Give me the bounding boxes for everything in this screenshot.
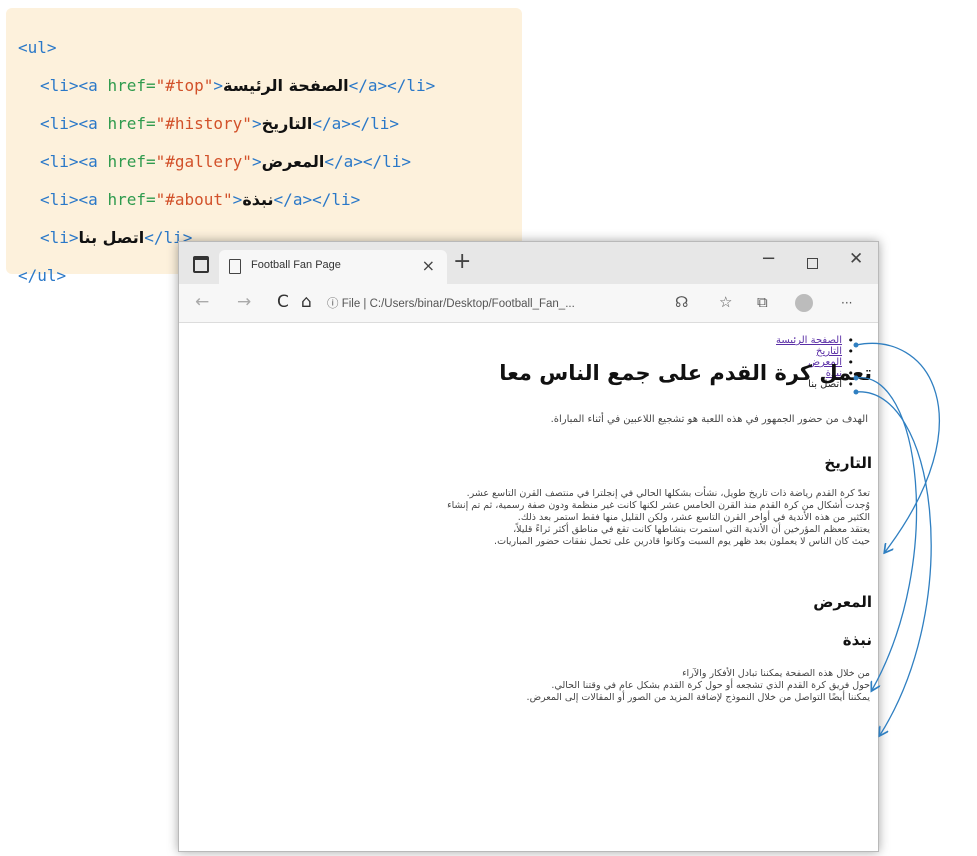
history-line: الكثير من هذه الأندية في أواخر القرن الت… [517, 512, 870, 523]
code-token: > [213, 76, 224, 95]
tab-title: Football Fan Page [251, 259, 341, 271]
nav-item: التاريخ [642, 346, 854, 357]
code-token: > [251, 152, 262, 171]
code-snippet: <ul> <li><a href="#top">الصفحة الرئيسة</… [6, 8, 522, 285]
new-tab-button[interactable]: + [453, 249, 471, 274]
tab-football-fan-page[interactable]: Football Fan Page × [219, 250, 447, 284]
code-line-open-ul: <ul> [6, 31, 522, 69]
window-menu-icon[interactable] [193, 256, 209, 273]
nav-link-home[interactable]: الصفحة الرئيسة [776, 335, 842, 346]
close-window-button[interactable]: ✕ [849, 249, 863, 269]
about-heading: نبذة [842, 631, 872, 649]
code-token: </a></li> [324, 152, 412, 171]
code-line: <li><a href="#about">نبذة</a></li> [6, 183, 522, 221]
history-heading: التاريخ [824, 454, 872, 472]
forward-button[interactable]: → [237, 292, 251, 312]
code-value: "#history" [155, 114, 252, 133]
browser-window: Football Fan Page × + − ✕ ← → C ⌂ ⓘ File… [178, 241, 879, 852]
code-token: </a></li> [348, 76, 436, 95]
tab-close-icon[interactable]: × [422, 256, 435, 275]
back-button[interactable]: ← [195, 292, 209, 312]
history-line: يعتقد معظم المؤرخين أن الأندية التي استم… [513, 524, 870, 535]
settings-menu-button[interactable]: ··· [841, 296, 852, 310]
page-title: تعمل كرة القدم على جمع الناس معا [499, 361, 872, 385]
favorites-icon[interactable]: ☆ [719, 293, 732, 311]
code-value: "#top" [155, 76, 214, 95]
collections-icon[interactable]: ⧉ [757, 293, 768, 311]
maximize-button[interactable] [807, 258, 818, 269]
page-content: الصفحة الرئيسة التاريخ المعرض نبذة اتصل … [179, 323, 878, 851]
url-info: ⓘ File | [327, 298, 370, 310]
about-line: حول فريق كرة القدم الذي تشجعه أو حول كرة… [551, 680, 870, 691]
tab-bar: Football Fan Page × + − ✕ [179, 242, 878, 284]
code-token: > [232, 190, 243, 209]
address-bar: ← → C ⌂ ⓘ File | C:/Users/binar/Desktop/… [179, 284, 878, 323]
code-token: <li> [40, 228, 79, 247]
page-icon [229, 259, 241, 274]
code-text: نبذة [242, 190, 274, 209]
code-token: </a></li> [312, 114, 400, 133]
code-token: <li><a [40, 114, 108, 133]
code-token: > [251, 114, 262, 133]
url-field[interactable]: ⓘ File | C:/Users/binar/Desktop/Football… [327, 295, 575, 311]
code-attr: href= [107, 76, 156, 95]
code-line: <li><a href="#history">التاريخ</a></li> [6, 107, 522, 145]
code-text: اتصل بنا [78, 228, 145, 247]
code-text: المعرض [261, 152, 325, 171]
url-text: C:/Users/binar/Desktop/Football_Fan_... [369, 298, 575, 310]
code-token: </ul> [18, 266, 67, 285]
code-token: </a></li> [273, 190, 361, 209]
history-line: وُجدت أشكال من كرة القدم منذ القرن الخام… [447, 500, 870, 511]
code-attr: href= [107, 190, 156, 209]
history-line: حيث كان الناس لا يعملون بعد ظهر يوم السب… [494, 536, 870, 547]
nav-item: الصفحة الرئيسة [642, 335, 854, 346]
nav-link-history[interactable]: التاريخ [816, 346, 842, 357]
about-line: من خلال هذه الصفحة يمكننا تبادل الأفكار … [682, 668, 870, 679]
code-token: <li><a [40, 190, 108, 209]
intro-text: الهدف من حضور الجمهور في هذه اللعبة هو ت… [550, 414, 868, 425]
about-line: يمكننا أيضًا التواصل من خلال النموذج لإض… [526, 692, 870, 703]
read-aloud-icon[interactable]: ☊ [675, 293, 688, 311]
code-token: <li><a [40, 76, 108, 95]
profile-avatar[interactable] [795, 294, 813, 312]
home-button[interactable]: ⌂ [301, 292, 312, 312]
code-line: <li><a href="#top">الصفحة الرئيسة</a></l… [6, 69, 522, 107]
code-value: "#about" [155, 190, 233, 209]
code-text: التاريخ [261, 114, 313, 133]
code-line: <li><a href="#gallery">المعرض</a></li> [6, 145, 522, 183]
history-text: تعدّ كرة القدم رياضة ذات تاريخ طويل، نشأ… [447, 488, 870, 548]
minimize-button[interactable]: − [761, 248, 776, 269]
code-attr: href= [107, 114, 156, 133]
about-text: من خلال هذه الصفحة يمكننا تبادل الأفكار … [527, 668, 870, 704]
code-attr: href= [107, 152, 156, 171]
code-value: "#gallery" [155, 152, 252, 171]
code-token: <ul> [18, 38, 57, 57]
code-token: <li><a [40, 152, 108, 171]
history-line: تعدّ كرة القدم رياضة ذات تاريخ طويل، نشأ… [466, 488, 870, 499]
reload-button[interactable]: C [277, 292, 289, 312]
gallery-heading: المعرض [813, 593, 872, 611]
code-text: الصفحة الرئيسة [223, 76, 349, 95]
